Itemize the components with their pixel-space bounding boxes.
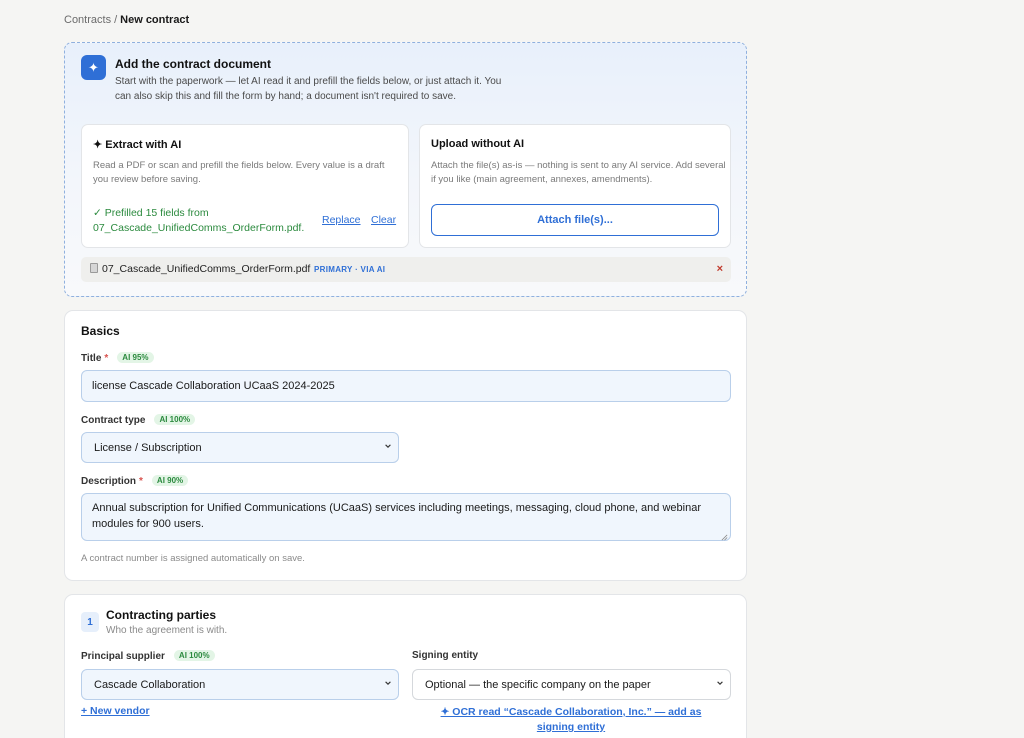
- breadcrumb-separator: /: [114, 14, 118, 26]
- remove-file-icon[interactable]: ×: [717, 263, 723, 275]
- new-vendor-link[interactable]: + New vendor: [81, 705, 150, 717]
- sparkle-icon: ✦: [81, 55, 106, 80]
- title-input[interactable]: license Cascade Collaboration UCaaS 2024…: [81, 370, 731, 402]
- contract-type-label: Contract type AI 100%: [81, 414, 196, 426]
- ai-confidence-badge: AI 95%: [117, 352, 154, 363]
- extract-ai-title: ✦ Extract with AI: [93, 139, 182, 151]
- chevron-down-icon: [384, 679, 392, 687]
- clear-link[interactable]: Clear: [371, 214, 396, 226]
- principal-supplier-value: Cascade Collaboration: [94, 678, 206, 691]
- principal-supplier-label-text: Principal supplier: [81, 651, 165, 662]
- document-upload-card: ✦ Add the contract document Start with t…: [64, 42, 747, 297]
- contract-type-value: License / Subscription: [94, 441, 202, 454]
- prefill-status: ✓ Prefilled 15 fields from 07_Cascade_Un…: [93, 207, 305, 234]
- resize-handle-icon[interactable]: [721, 531, 728, 541]
- basics-title: Basics: [81, 324, 120, 338]
- title-input-value: license Cascade Collaboration UCaaS 2024…: [92, 380, 335, 392]
- ai-confidence-badge: AI 100%: [173, 650, 215, 661]
- upload-title: Add the contract document: [115, 57, 272, 71]
- document-icon: [90, 263, 98, 273]
- attach-files-button[interactable]: Attach file(s)...: [431, 204, 719, 236]
- add-signing-entity-link[interactable]: ✦ OCR read “Cascade Collaboration, Inc.”…: [423, 705, 719, 735]
- breadcrumb: Contracts / New contract: [64, 14, 189, 26]
- attached-file-name: 07_Cascade_UnifiedComms_OrderForm.pdf: [102, 263, 311, 275]
- title-label-text: Title: [81, 353, 102, 364]
- extract-with-ai-option: ✦ Extract with AI Read a PDF or scan and…: [81, 124, 409, 248]
- principal-supplier-label: Principal supplier AI 100%: [81, 650, 215, 662]
- parties-title: Contracting parties: [106, 608, 217, 622]
- contract-number-hint: A contract number is assigned automatica…: [81, 553, 305, 564]
- contracting-parties-card: 1 Contracting parties Who the agreement …: [64, 594, 747, 738]
- description-label-text: Description: [81, 476, 137, 487]
- upload-plain-description: Attach the file(s) as-is — nothing is se…: [431, 160, 726, 185]
- ai-confidence-badge: AI 90%: [151, 475, 189, 486]
- description-value: Annual subscription for Unified Communic…: [92, 502, 701, 530]
- upload-description: Start with the paperwork — let AI read i…: [115, 76, 502, 102]
- required-marker: *: [139, 476, 143, 487]
- upload-without-ai-option: Upload without AI Attach the file(s) as-…: [419, 124, 731, 248]
- required-marker: *: [104, 353, 109, 364]
- basics-card: Basics Title * AI 95% license Cascade Coll…: [64, 310, 747, 581]
- extract-ai-description: Read a PDF or scan and prefill the field…: [93, 160, 385, 185]
- attached-file-row: 07_Cascade_UnifiedComms_OrderForm.pdf PR…: [81, 257, 731, 282]
- upload-plain-title: Upload without AI: [431, 138, 525, 150]
- replace-link[interactable]: Replace: [322, 214, 361, 226]
- description-textarea[interactable]: Annual subscription for Unified Communic…: [81, 493, 731, 541]
- parties-subtitle: Who the agreement is with.: [106, 625, 228, 636]
- breadcrumb-contracts-link[interactable]: Contracts: [64, 14, 111, 26]
- description-field-label: Description * AI 90%: [81, 475, 189, 487]
- chevron-down-icon: [716, 679, 724, 687]
- breadcrumb-current: New contract: [120, 14, 190, 26]
- contract-type-select[interactable]: License / Subscription: [81, 432, 399, 463]
- chevron-down-icon: [384, 442, 392, 450]
- contract-type-label-text: Contract type: [81, 415, 146, 426]
- principal-supplier-select[interactable]: Cascade Collaboration: [81, 669, 399, 700]
- signing-entity-value: Optional — the specific company on the p…: [425, 678, 651, 691]
- signing-entity-select[interactable]: Optional — the specific company on the p…: [412, 669, 731, 700]
- signing-entity-label: Signing entity: [412, 650, 479, 661]
- title-field-label: Title * AI 95%: [81, 352, 154, 364]
- ai-confidence-badge: AI 100%: [154, 414, 196, 425]
- step-number-badge: 1: [81, 612, 99, 632]
- file-status-tag: PRIMARY · VIA AI: [314, 265, 386, 274]
